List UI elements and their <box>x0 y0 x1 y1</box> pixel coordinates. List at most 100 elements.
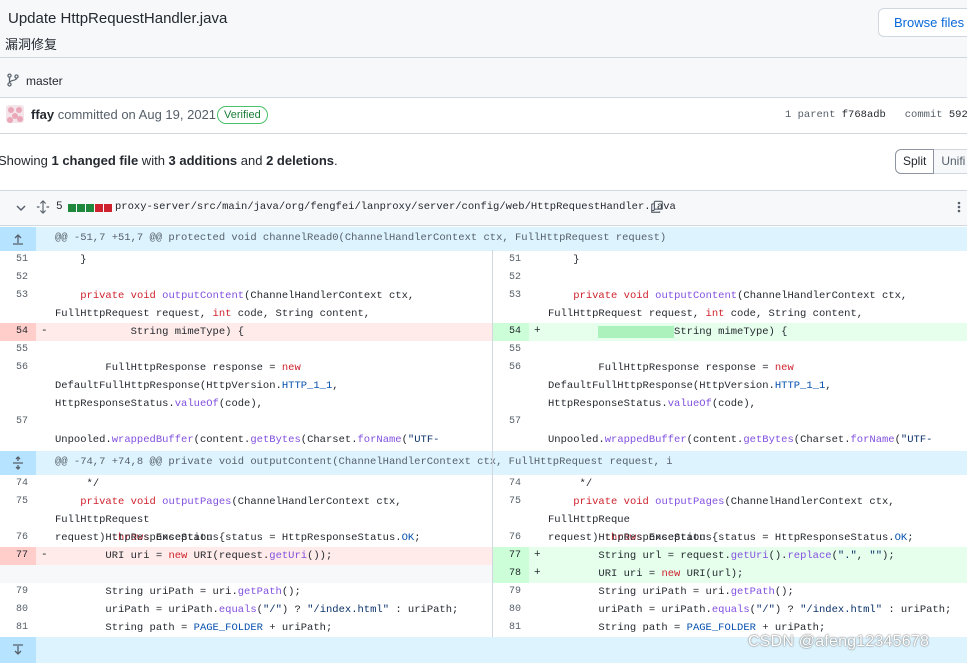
code-line: String mimeType) { <box>55 326 245 338</box>
line-number[interactable]: 51 <box>0 254 36 265</box>
line-number[interactable]: 80 <box>493 604 529 615</box>
diff-line: 76 HttpResponseStatus status = HttpRespo… <box>493 529 967 547</box>
line-number[interactable]: 74 <box>493 478 529 489</box>
code-line: */ <box>55 478 100 490</box>
expand-up-icon <box>13 234 23 245</box>
code-line: HttpResponseStatus status = HttpResponse… <box>548 532 914 544</box>
diff-line: 52 <box>0 269 475 287</box>
line-number[interactable]: 79 <box>493 586 529 597</box>
expand-down-icon <box>13 644 23 655</box>
line-number[interactable]: 81 <box>493 622 529 633</box>
file-path-link[interactable]: proxy-server/src/main/java/org/fengfei/l… <box>115 201 676 213</box>
line-number[interactable]: 56 <box>493 362 529 373</box>
diff-right-pane-1: 51 } 52 53 private void outputContent(Ch… <box>493 251 967 464</box>
copy-icon[interactable] <box>650 200 664 214</box>
code-line: private void outputContent(ChannelHandle… <box>548 290 908 320</box>
expand-button[interactable] <box>0 451 36 475</box>
line-number[interactable]: 74 <box>0 478 36 489</box>
diff-sign: + <box>534 567 541 579</box>
deleted-line: 54- String mimeType) { <box>0 323 493 341</box>
diff-sign: + <box>534 549 541 561</box>
parent-label: 1 parent <box>785 109 836 121</box>
diff-line: 56 FullHttpResponse response = new Defau… <box>0 359 475 413</box>
chevron-down-icon[interactable] <box>15 202 27 214</box>
line-number[interactable]: 54 <box>493 323 529 341</box>
line-number[interactable]: 77 <box>0 547 36 565</box>
file-change-count: 5 <box>56 201 63 213</box>
file-header: 5 proxy-server/src/main/java/org/fengfei… <box>0 190 967 226</box>
line-number[interactable]: 77 <box>493 547 529 565</box>
line-number[interactable]: 80 <box>0 604 36 615</box>
line-number[interactable]: 76 <box>493 532 529 543</box>
code-line: } <box>55 254 87 266</box>
code-line: String uriPath = uri.getPath(); <box>55 586 301 598</box>
line-number[interactable]: 75 <box>493 496 529 507</box>
author-link[interactable]: ffay <box>31 107 54 122</box>
line-number[interactable]: 53 <box>493 290 529 301</box>
diff-line: 75 private void outputPages(ChannelHandl… <box>0 493 475 544</box>
diffstat-bar <box>68 204 112 212</box>
code-line: private void outputContent(ChannelHandle… <box>55 290 415 320</box>
branch-name[interactable]: master <box>26 74 63 88</box>
commit-header: Update HttpRequestHandler.java 漏洞修复 Brow… <box>0 0 967 58</box>
code-line: URI uri = new URI(url); <box>548 568 744 580</box>
diff-sign: - <box>41 549 48 561</box>
code-line: FullHttpResponse response = new DefaultF… <box>55 362 339 410</box>
additions-count: 3 additions <box>168 153 238 168</box>
line-number[interactable]: 56 <box>0 362 36 373</box>
code-line: uriPath = uriPath.equals("/") ? "/index.… <box>55 604 459 616</box>
split-view-button[interactable]: Split <box>895 149 935 174</box>
line-number[interactable]: 57 <box>0 416 36 427</box>
diff-line: 74 */ <box>493 475 967 493</box>
parent-sha-link[interactable]: f768adb <box>842 109 886 121</box>
kebab-menu-icon[interactable] <box>953 200 965 214</box>
changed-files-count: 1 changed file <box>51 153 139 168</box>
line-number[interactable]: 52 <box>493 272 529 283</box>
diff-line: 57 Unpooled.wrappedBuffer(content.getByte… <box>0 413 475 464</box>
line-number[interactable]: 52 <box>0 272 36 283</box>
diff-line: 53 private void outputContent(ChannelHan… <box>493 287 967 323</box>
diff-line: 51 } <box>493 251 967 269</box>
line-number[interactable]: 81 <box>0 622 36 633</box>
expand-down-button[interactable] <box>0 637 36 663</box>
line-number[interactable]: 79 <box>0 586 36 597</box>
diff-sign: + <box>534 325 541 337</box>
line-number[interactable]: 76 <box>0 532 36 543</box>
expand-up-button[interactable] <box>0 227 36 251</box>
deletions-count: 2 deletions <box>266 153 334 168</box>
code-line: String mimeType) { <box>548 323 967 341</box>
line-number[interactable]: 75 <box>0 496 36 507</box>
verified-badge[interactable]: Verified <box>217 106 268 124</box>
diff-right-pane-2: 74 */ 75 private void outputPages(Channe… <box>493 475 967 637</box>
code-line: */ <box>548 478 593 490</box>
diff-line: 51 } <box>0 251 475 269</box>
diff-line: 79 String uriPath = uri.getPath(); <box>0 583 475 601</box>
commit-sha: 5929e <box>948 109 967 121</box>
line-number[interactable]: 55 <box>493 344 529 355</box>
diff-summary: Showing 1 changed file with 3 additions … <box>0 153 338 168</box>
commit-label: commit <box>904 109 943 121</box>
watermark-text: CSDN @afeng12345678 <box>748 633 930 650</box>
deleted-line: 77- URI uri = new URI(request.getUri()); <box>0 547 493 565</box>
added-line: 54 + String mimeType) { <box>493 323 967 341</box>
author-line: ffay committed on Aug 19, 2021 <box>31 107 216 122</box>
line-number[interactable]: 51 <box>493 254 529 265</box>
browse-files-button[interactable]: Browse files <box>878 8 967 37</box>
diff-view-toggle: Split Unifi <box>895 149 967 174</box>
line-number[interactable]: 55 <box>0 344 36 355</box>
code-line: FullHttpResponse response = new DefaultF… <box>548 362 832 410</box>
line-number[interactable]: 54 <box>0 323 36 341</box>
code-line: String path = PAGE_FOLDER + uriPath; <box>55 622 333 634</box>
commit-meta-bar: ffay committed on Aug 19, 2021 Verified … <box>0 98 967 134</box>
unified-view-button[interactable]: Unifi <box>934 149 967 174</box>
avatar[interactable] <box>6 105 24 123</box>
diff-line: 81 String path = PAGE_FOLDER + uriPath; <box>0 619 475 637</box>
diff-sign: - <box>41 325 48 337</box>
code-line: uriPath = uriPath.equals("/") ? "/index.… <box>548 604 952 616</box>
diff-left-pane-1: 51 } 52 53 private void outputContent(Ch… <box>0 251 493 464</box>
line-number[interactable]: 57 <box>493 416 529 427</box>
expand-all-icon[interactable] <box>36 200 50 214</box>
diff-line: 79 String uriPath = uri.getPath(); <box>493 583 967 601</box>
line-number[interactable]: 78 <box>493 565 529 583</box>
line-number[interactable]: 53 <box>0 290 36 301</box>
